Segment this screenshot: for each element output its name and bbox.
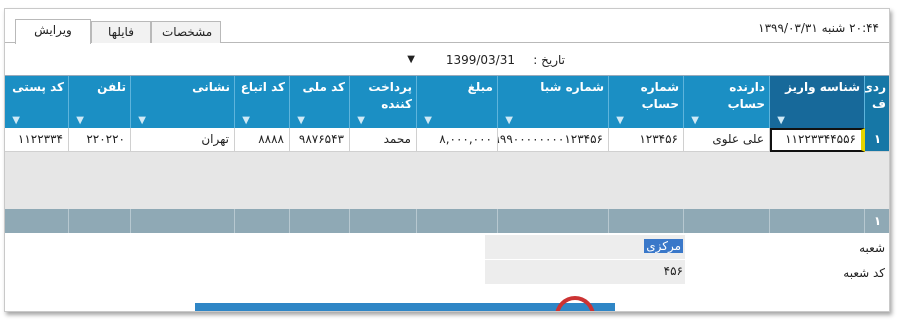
tab-bar: ویرایش فایلها مشخصات — [5, 19, 889, 44]
summary-cell — [609, 209, 684, 233]
branch-value-text: مرکزی — [644, 239, 683, 253]
col-header-address[interactable]: نشانی ▼ — [131, 76, 235, 128]
bottom-toolbar — [195, 303, 615, 311]
col-header-account-number[interactable]: شماره حساب ▼ — [609, 76, 684, 128]
col-header-label: کد پستی — [12, 80, 64, 94]
col-header-postal-code[interactable]: کد پستی ▼ — [5, 76, 69, 128]
cell-postal-code[interactable]: ۱۱۲۲۳۳۴ — [5, 128, 69, 152]
filter-icon[interactable]: ▼ — [8, 116, 20, 126]
col-header-sheba[interactable]: شماره شبا ▼ — [498, 76, 609, 128]
filter-icon[interactable]: ▼ — [612, 116, 624, 126]
summary-cell — [69, 209, 131, 233]
summary-cell — [350, 209, 417, 233]
col-header-label: کد ملی — [302, 80, 345, 94]
branch-value[interactable]: مرکزی — [485, 239, 683, 253]
summary-row-number: ۱ — [865, 209, 889, 233]
tab-details[interactable]: مشخصات — [151, 21, 221, 43]
filter-icon[interactable]: ▼ — [293, 116, 305, 126]
cell-foreign-code[interactable]: ۸۸۸۸ — [235, 128, 290, 152]
cell-sheba[interactable]: ۹۹۹۰۰۰۰۰۰۰۰۱۲۳۴۵۶ — [498, 128, 609, 152]
col-header-foreign-code[interactable]: کد اتباع ▼ — [235, 76, 290, 128]
col-header-label: شماره حساب — [640, 80, 679, 111]
header-datetime: ۲۰:۴۴ شنبه ۱۳۹۹/۰۳/۳۱ — [758, 21, 879, 35]
col-header-label: نشانی — [192, 80, 230, 94]
col-header-label: پرداخت کننده — [368, 80, 412, 111]
dropdown-arrow-icon[interactable]: ▼ — [407, 54, 415, 65]
filter-icon[interactable]: ▼ — [238, 116, 250, 126]
cell-amount[interactable]: ۸,۰۰۰,۰۰۰ — [417, 128, 498, 152]
cell-deposit-id[interactable]: ۱۱۲۲۳۳۴۴۵۵۶ — [770, 128, 865, 152]
cell-address[interactable]: تهران — [131, 128, 235, 152]
cell-national-code[interactable]: ۹۸۷۶۵۴۳ — [290, 128, 350, 152]
filter-icon[interactable]: ▼ — [134, 116, 146, 126]
date-label: تاریخ : — [533, 53, 565, 67]
branch-code-value[interactable]: ۴۵۶ — [485, 264, 683, 278]
cell-account-number[interactable]: ۱۲۳۴۵۶ — [609, 128, 684, 152]
branch-label: شعبه — [859, 241, 885, 255]
filter-icon[interactable]: ▼ — [687, 116, 699, 126]
col-header-label: تلفن — [97, 80, 126, 94]
col-header-row-number[interactable]: ردی ف — [862, 76, 889, 128]
col-header-amount[interactable]: مبلغ ▼ — [417, 76, 498, 128]
summary-cell — [290, 209, 350, 233]
row-number-cell[interactable]: ۱ — [865, 128, 889, 152]
main-window: ویرایش فایلها مشخصات ۲۰:۴۴ شنبه ۱۳۹۹/۰۳/… — [4, 8, 890, 312]
summary-cell — [5, 209, 69, 233]
filter-icon[interactable]: ▼ — [501, 116, 513, 126]
red-arc-icon — [555, 296, 595, 311]
payments-grid: ردی ف شناسه واریز ▼ دارنده حساب ▼ شماره … — [5, 75, 889, 233]
summary-cell — [684, 209, 770, 233]
col-header-deposit-id[interactable]: شناسه واریز ▼ — [770, 76, 865, 128]
date-input[interactable]: 1399/03/31 — [446, 53, 515, 67]
cell-phone[interactable]: ۲۲۰۲۲۰ — [69, 128, 131, 152]
col-header-label: شماره شبا — [540, 80, 604, 94]
summary-cell — [417, 209, 498, 233]
branch-code-label: کد شعبه — [843, 266, 885, 280]
col-header-payer[interactable]: پرداخت کننده ▼ — [350, 76, 417, 128]
filter-icon[interactable]: ▼ — [420, 116, 432, 126]
col-header-account-holder[interactable]: دارنده حساب ▼ — [684, 76, 770, 128]
col-header-label: کد اتباع — [240, 80, 285, 94]
tab-files[interactable]: فایلها — [91, 21, 151, 43]
col-header-label: مبلغ — [467, 80, 493, 94]
summary-cell — [131, 209, 235, 233]
col-header-phone[interactable]: تلفن ▼ — [69, 76, 131, 128]
col-header-national-code[interactable]: کد ملی ▼ — [290, 76, 350, 128]
summary-cell — [235, 209, 290, 233]
cell-payer[interactable]: محمد — [350, 128, 417, 152]
filter-icon[interactable]: ▼ — [773, 116, 785, 126]
summary-cell — [498, 209, 609, 233]
summary-cell — [770, 209, 865, 233]
col-header-label: شناسه واریز — [785, 80, 860, 94]
cell-account-holder[interactable]: علی علوی — [684, 128, 770, 152]
col-header-label: دارنده حساب — [727, 80, 765, 111]
filter-icon[interactable]: ▼ — [72, 116, 84, 126]
filter-icon[interactable]: ▼ — [353, 116, 365, 126]
tab-edit[interactable]: ویرایش — [15, 19, 91, 44]
date-field: تاریخ : 1399/03/31 ▼ — [395, 53, 565, 71]
